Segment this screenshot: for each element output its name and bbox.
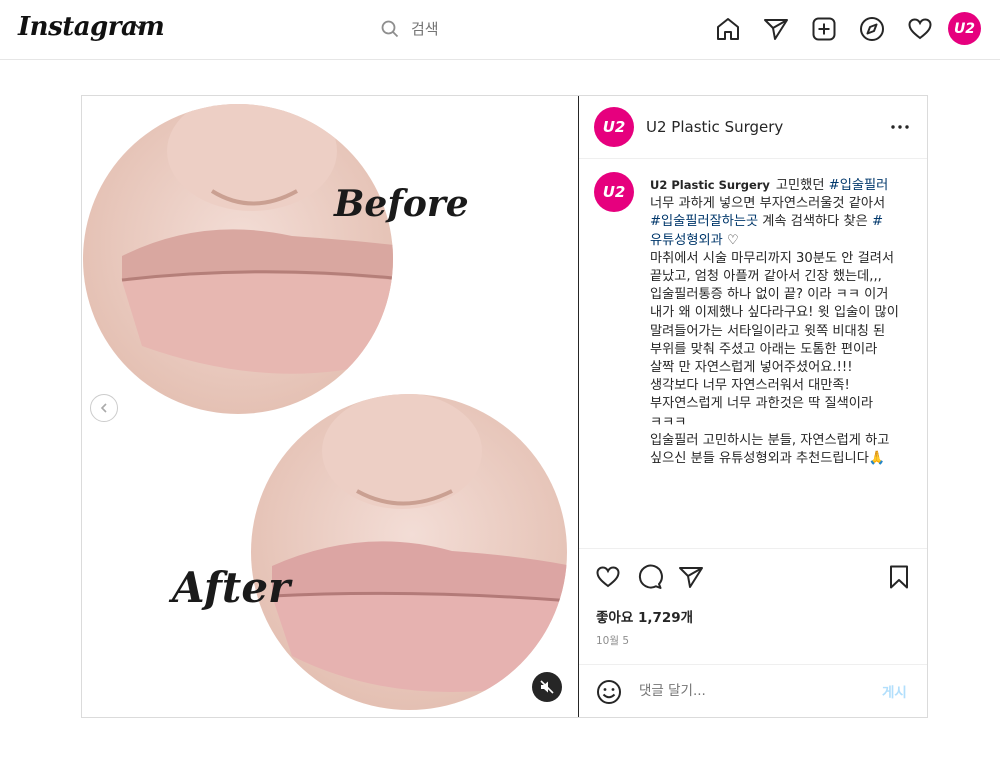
caption-paragraph: 생각보다 너무 자연스러워서 대만족! 부자연스럽게 너무 과한것은 딱 질색이… xyxy=(650,378,874,430)
top-navigation-bar: Instagram U2 xyxy=(0,0,1000,60)
explore-button[interactable] xyxy=(858,15,886,43)
caption-area[interactable]: U2 U2 Plastic Surgery 고민했던 #입술필러 너무 과하게 넣… xyxy=(579,159,927,548)
new-post-icon xyxy=(812,17,836,41)
chevron-left-icon xyxy=(100,403,107,413)
before-label: Before xyxy=(333,183,469,225)
comment-button[interactable] xyxy=(636,563,664,591)
explore-icon xyxy=(860,17,884,41)
before-after-lip-photo: Before After xyxy=(83,104,567,710)
comment-bar: 게시 xyxy=(579,664,927,718)
post-caption: U2 Plastic Surgery 고민했던 #입술필러 너무 과하게 넣으면 … xyxy=(650,176,900,468)
post-card: Before After U2 U2 Plastic Surgery U2 U2… xyxy=(81,95,928,718)
hashtag-link[interactable]: #입술필러 xyxy=(829,178,889,193)
caption-text: ♡ xyxy=(722,232,739,248)
emoji-icon[interactable] xyxy=(596,679,622,705)
comment-input[interactable] xyxy=(639,679,859,703)
search-icon xyxy=(381,20,399,38)
activity-button[interactable] xyxy=(906,15,934,43)
home-icon xyxy=(717,18,739,40)
caption-avatar[interactable]: U2 xyxy=(594,172,634,212)
post-sidebar: U2 U2 Plastic Surgery U2 U2 Plastic Surg… xyxy=(579,96,927,717)
direct-icon xyxy=(679,567,703,588)
more-options-button[interactable] xyxy=(887,115,913,139)
caption-paragraph: 입술필러 고민하시는 분들, 자연스럽게 하고 싶으신 분들 유튜성형외과 추천… xyxy=(650,432,890,467)
save-button[interactable] xyxy=(885,563,913,591)
comment-icon xyxy=(638,564,663,589)
chevron-down-icon[interactable] xyxy=(133,20,145,32)
bookmark-icon xyxy=(890,565,908,589)
post-header: U2 U2 Plastic Surgery xyxy=(579,96,927,159)
caption-username[interactable]: U2 Plastic Surgery xyxy=(650,178,770,192)
post-media[interactable]: Before After xyxy=(82,96,579,717)
new-post-button[interactable] xyxy=(810,15,838,43)
home-button[interactable] xyxy=(714,15,742,43)
direct-icon xyxy=(764,19,788,40)
post-actions: 좋아요 1,729개 10월 5 xyxy=(579,548,927,665)
search-input[interactable] xyxy=(411,18,581,40)
hashtag-link[interactable]: #입술필러잘하는곳 xyxy=(650,214,758,229)
more-icon xyxy=(891,125,909,129)
post-comment-button[interactable]: 게시 xyxy=(882,681,907,701)
caption-paragraph: 마취에서 시술 마무리까지 30분도 안 걸려서 끝났고, 엄청 아플꺼 같아서… xyxy=(650,250,899,376)
heart-icon xyxy=(596,566,620,588)
speaker-muted-icon xyxy=(540,680,554,694)
mute-button[interactable] xyxy=(532,672,562,702)
carousel-prev-button[interactable] xyxy=(90,394,118,422)
heart-icon xyxy=(908,18,932,40)
like-button[interactable] xyxy=(594,563,622,591)
account-avatar[interactable]: U2 xyxy=(594,107,634,147)
search-box[interactable] xyxy=(381,18,581,42)
share-button[interactable] xyxy=(677,563,705,591)
account-username[interactable]: U2 Plastic Surgery xyxy=(646,118,783,136)
after-label: After xyxy=(168,563,293,612)
caption-text: 계속 검색하다 찾은 xyxy=(758,214,872,230)
caption-text: 너무 과하게 넣으면 부자연스러울것 같아서 xyxy=(650,196,886,212)
post-date[interactable]: 10월 5 xyxy=(596,633,629,648)
direct-messages-button[interactable] xyxy=(762,15,790,43)
profile-avatar[interactable]: U2 xyxy=(948,12,981,45)
likes-count[interactable]: 좋아요 1,729개 xyxy=(596,606,693,626)
caption-text: 고민했던 xyxy=(775,178,829,193)
